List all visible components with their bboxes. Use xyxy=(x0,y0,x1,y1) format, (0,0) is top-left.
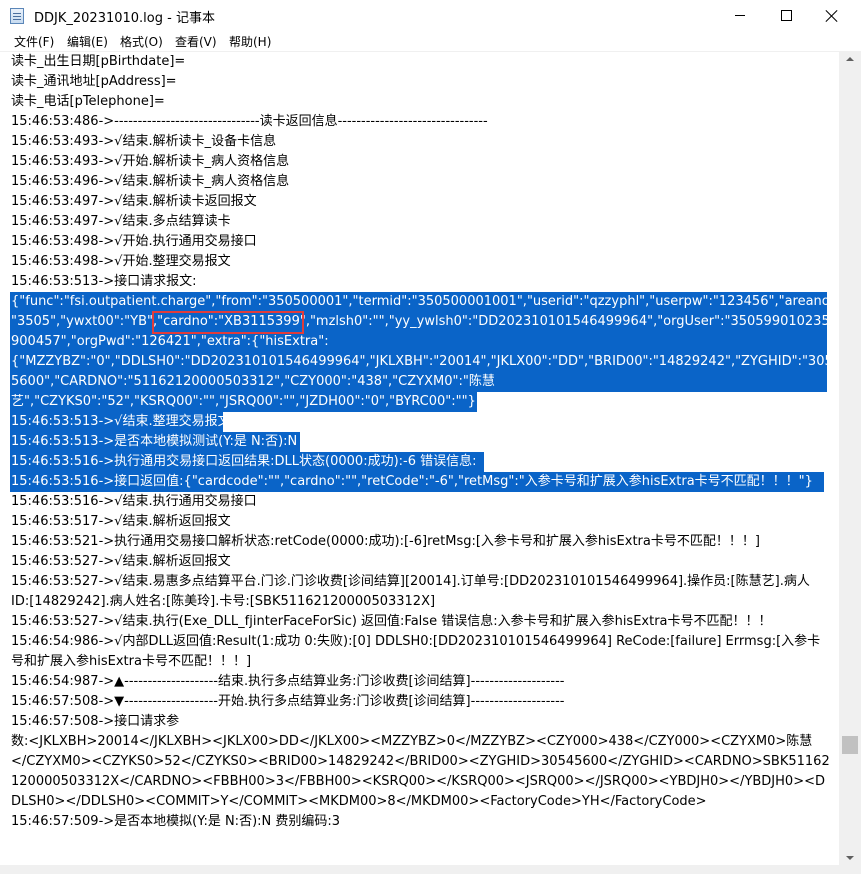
log-line-selected: 900457","orgPwd":"126421","extra":{"hisE… xyxy=(11,334,329,349)
log-line: 120000503312X</CARDNO><FBBH00>3</FBBH00>… xyxy=(11,774,825,789)
window-title: DDJK_20231010.log - 记事本 xyxy=(34,11,215,26)
text-editor[interactable]: 读卡_出生日期[pBirthdate]= 读卡_通讯地址[pAddress]= … xyxy=(0,51,855,866)
log-line: 读卡_出生日期[pBirthdate]= xyxy=(11,54,186,69)
log-line: 15:46:53:497->√结束.多点结算读卡 xyxy=(11,214,231,229)
log-line: 15:46:53:493->√开始.解析读卡_病人资格信息 xyxy=(11,154,290,169)
scroll-down-arrow-icon[interactable] xyxy=(846,856,854,860)
menu-view[interactable]: 查看(V) xyxy=(175,33,217,50)
log-line: 读卡_通讯地址[pAddress]= xyxy=(11,74,177,89)
log-line-selected: {"MZZYBZ":"0","DDLSH0":"DD20231010154649… xyxy=(11,354,842,369)
menu-format[interactable]: 格式(O) xyxy=(120,33,163,50)
log-line: 15:46:57:509->是否本地模拟(Y:是 N:否):N 费别编码:3 xyxy=(11,814,341,829)
log-line: </CZYXM0><CZYKS0>52</CZYKS0><BRID00>1482… xyxy=(11,754,830,769)
menu-bar: 文件(F) 编辑(E) 格式(O) 查看(V) 帮助(H) xyxy=(0,31,861,51)
log-line: 号和扩展入参hisExtra卡号不匹配！！！] xyxy=(11,654,252,669)
log-line-selected: 15:46:53:516->接口返回值:{"cardcode":"","card… xyxy=(11,474,813,489)
log-line-selected: 15:46:53:513->是否本地模拟测试(Y:是 N:否):N xyxy=(11,434,298,449)
log-line: 15:46:57:508->▼--------------------开始.执行… xyxy=(11,694,565,709)
log-line: 15:46:53:498->√开始.整理交易报文 xyxy=(11,254,231,269)
log-line: ID:[14829242].病人姓名:[陈美玲].卡号:[SBK51162120… xyxy=(11,594,436,609)
bottom-edge xyxy=(0,865,839,874)
scrollbar-thumb[interactable] xyxy=(842,736,858,754)
menu-file[interactable]: 文件(F) xyxy=(14,33,54,50)
title-bar[interactable]: DDJK_20231010.log - 记事本 xyxy=(0,0,861,31)
log-line-selected: "3505","ywxt00":"YB","cardno":"XB3115399… xyxy=(11,314,855,329)
log-line: 15:46:54:987->▲--------------------结束.执行… xyxy=(11,674,565,689)
minimize-button[interactable] xyxy=(717,0,763,31)
maximize-icon xyxy=(780,10,792,21)
log-line: 读卡_电话[pTelephone]= xyxy=(11,94,165,109)
log-line-selected: 15:46:53:513->√结束.整理交易报文 xyxy=(11,414,231,429)
log-line: 15:46:53:513->接口请求报文: xyxy=(11,274,197,289)
log-line: 15:46:53:517->√结束.解析返回报文 xyxy=(11,514,231,529)
log-line-selected: 5600","CARDNO":"51162120000503312","CZY0… xyxy=(11,374,495,389)
log-line: 15:46:57:508->接口请求参 xyxy=(11,714,180,729)
minimize-icon xyxy=(735,15,745,16)
log-line: 15:46:53:521->执行通用交易接口解析状态:retCode(0000:… xyxy=(11,534,760,549)
maximize-button[interactable] xyxy=(763,0,809,31)
log-line-selected: {"func":"fsi.outpatient.charge","from":"… xyxy=(11,294,841,309)
log-line: 15:46:53:486->--------------------------… xyxy=(11,114,488,129)
log-line: 15:46:53:497->√结束.解析读卡返回报文 xyxy=(11,194,257,209)
vertical-scrollbar[interactable] xyxy=(839,51,861,874)
log-line: 15:46:53:516->√结束.执行通用交易接口 xyxy=(11,494,257,509)
log-line: 数:<JKLXBH>20014</JKLXBH><JKLX00>DD</JKLX… xyxy=(11,734,813,749)
log-line: 15:46:53:527->√结束.执行(Exe_DLL_fjinterFace… xyxy=(11,614,772,629)
notepad-icon xyxy=(10,8,24,24)
log-line-selected: 艺","CZYKS0":"52","KSRQ00":"","JSRQ00":""… xyxy=(11,394,493,409)
log-line: 15:46:54:986->√内部DLL返回值:Result(1:成功 0:失败… xyxy=(11,634,821,649)
notepad-window: DDJK_20231010.log - 记事本 文件(F) 编辑(E) 格式(O… xyxy=(0,0,861,874)
log-line: 15:46:53:527->√结束.易惠多点结算平台.门诊.门诊收费[诊间结算]… xyxy=(11,574,810,589)
menu-help[interactable]: 帮助(H) xyxy=(229,33,271,50)
log-line: 15:46:53:496->√结束.解析读卡_病人资格信息 xyxy=(11,174,290,189)
log-line: 15:46:53:527->√结束.解析返回报文 xyxy=(11,554,231,569)
log-line: 15:46:53:498->√开始.执行通用交易接口 xyxy=(11,234,257,249)
cardno-highlight-box xyxy=(152,311,304,334)
scroll-up-arrow-icon[interactable] xyxy=(846,57,854,61)
log-line-selected: 15:46:53:516->执行通用交易接口返回结果:DLL状态(0000:成功… xyxy=(11,454,477,469)
log-line: 15:46:53:493->√结束.解析读卡_设备卡信息 xyxy=(11,134,277,149)
close-button[interactable] xyxy=(809,0,855,31)
close-icon xyxy=(826,10,838,22)
log-line: DLSH0></DDLSH0><COMMIT>Y</COMMIT><MKDM00… xyxy=(11,794,707,809)
menu-edit[interactable]: 编辑(E) xyxy=(67,33,108,50)
